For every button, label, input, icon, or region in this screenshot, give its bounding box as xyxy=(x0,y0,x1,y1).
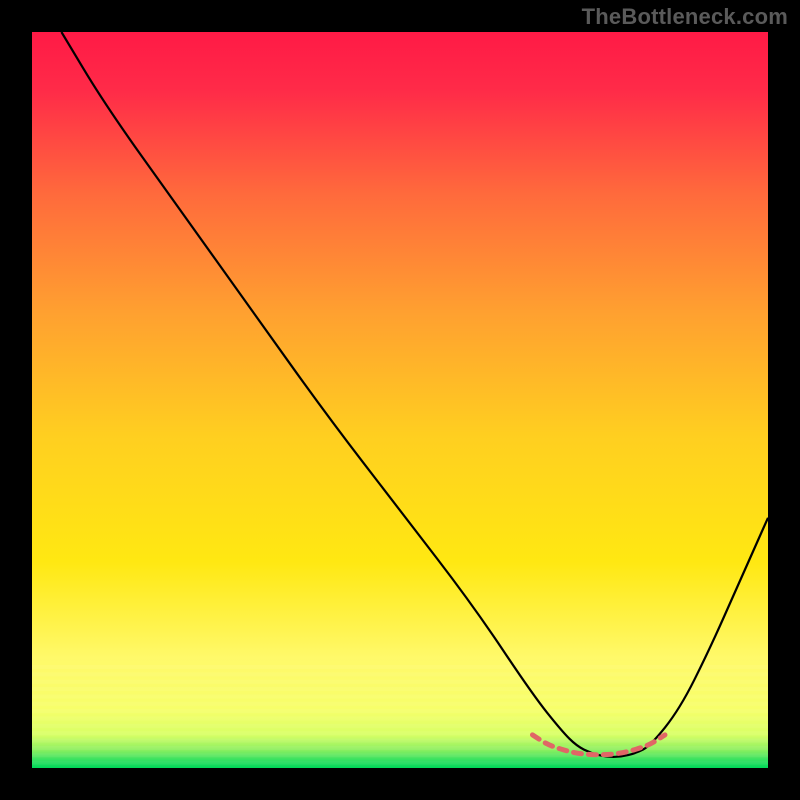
watermark-text: TheBottleneck.com xyxy=(582,4,788,30)
band-stripe xyxy=(32,761,768,765)
band-stripe xyxy=(32,694,768,698)
chart-svg xyxy=(32,32,768,768)
band-stripe xyxy=(32,665,768,669)
band-stripe xyxy=(32,702,768,706)
band-stripe xyxy=(32,739,768,743)
gradient-background xyxy=(32,32,768,768)
band-stripe xyxy=(32,746,768,750)
band-stripe xyxy=(32,724,768,728)
band-stripe xyxy=(32,753,768,757)
band-stripe xyxy=(32,672,768,676)
band-stripe xyxy=(32,731,768,735)
band-stripe xyxy=(32,709,768,713)
band-stripe xyxy=(32,680,768,684)
chart-root: TheBottleneck.com xyxy=(0,0,800,800)
band-stripe xyxy=(32,716,768,720)
band-stripe xyxy=(32,687,768,691)
plot-area xyxy=(32,32,768,768)
